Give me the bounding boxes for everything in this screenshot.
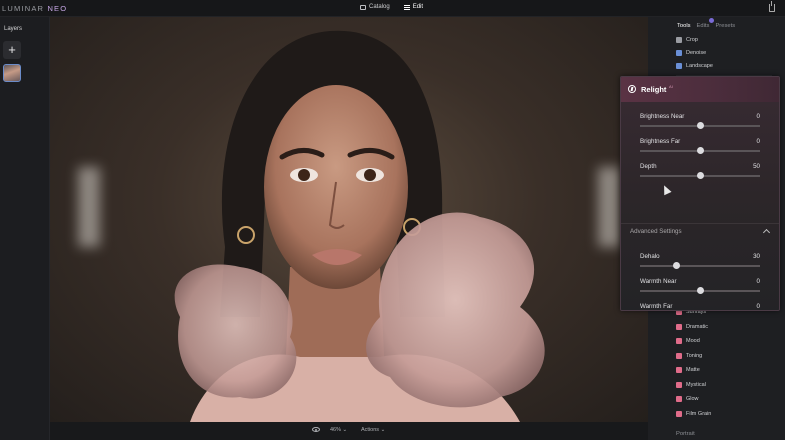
slider-label: Depth [640, 163, 657, 170]
tool-item-label: Mood [686, 338, 700, 344]
toning-icon [676, 352, 682, 359]
slider-value: 0 [756, 138, 760, 145]
advanced-settings-title[interactable]: Advanced Settings [630, 228, 682, 235]
tool-item-label: Denoise [686, 50, 707, 56]
slider-label: Brightness Far [640, 138, 681, 145]
portrait-photo [174, 30, 545, 422]
tab-catalog-label: Catalog [369, 4, 390, 10]
actions-dropdown[interactable]: Actions ⌄ [361, 427, 385, 433]
add-layer-button[interactable]: + [3, 41, 21, 59]
slider-brightness-near[interactable]: Brightness Near 0 [640, 113, 762, 133]
slider-label: Warmth Near [640, 278, 677, 285]
tool-item-label: Mystical [686, 381, 706, 388]
zoom-dropdown[interactable]: 46% ⌄ [330, 427, 347, 433]
dramatic-icon [676, 323, 682, 330]
portrait-heading: Portrait [676, 431, 695, 437]
tool-item-label: Film Grain [686, 410, 712, 417]
layer-thumbnail[interactable] [3, 64, 21, 82]
slider-label: Dehalo [640, 253, 660, 260]
tool-item-landscape[interactable]: Landscape [676, 63, 713, 69]
tool-item-matte[interactable]: Matte [676, 367, 700, 373]
relight-header[interactable]: Relight AI [621, 77, 779, 102]
slider-knob[interactable] [696, 172, 704, 179]
slider-dehalo[interactable]: Dehalo 30 [640, 253, 762, 273]
relight-panel: Relight AI Brightness Near 0 Brightness Fa… [620, 76, 780, 311]
slider-warmth-near[interactable]: Warmth Near 0 [640, 278, 762, 298]
slider-value: 30 [753, 253, 760, 260]
relight-ai-badge: AI [669, 84, 673, 89]
tool-item-label: Dramatic [686, 323, 709, 330]
tab-edit-label: Edit [412, 4, 424, 10]
slider-knob[interactable] [696, 122, 704, 129]
slider-value: 0 [756, 113, 760, 120]
mystical-icon [676, 381, 682, 388]
bottom-bar: 46% ⌄ Actions ⌄ [50, 422, 648, 440]
tab-tools[interactable]: Tools [677, 23, 691, 29]
slider-value: 0 [756, 303, 760, 310]
landscape-icon [676, 63, 682, 69]
slider-label: Warmth Far [640, 303, 673, 310]
app-logo: LUMINAR NEO [2, 4, 68, 13]
layers-title: Layers [4, 26, 23, 32]
slider-knob[interactable] [696, 287, 704, 294]
slider-value: 0 [756, 278, 760, 285]
slider-track[interactable] [640, 265, 760, 267]
relight-body: Brightness Near 0 Brightness Far 0 Depth 50 A… [621, 102, 779, 310]
slider-label: Brightness Near [640, 113, 685, 120]
film-grain-icon [676, 410, 682, 417]
photo-canvas[interactable] [50, 17, 648, 422]
tab-edits-label: Edits [696, 23, 710, 29]
tools-tabs: Tools Edits Presets [677, 18, 735, 29]
tool-item-mood[interactable]: Mood [676, 338, 700, 344]
tool-item-dramatic[interactable]: Dramatic [676, 323, 709, 330]
tool-item-label: Toning [686, 352, 703, 359]
slider-knob[interactable] [672, 262, 680, 269]
mood-icon [676, 338, 682, 344]
tab-catalog[interactable]: Catalog [358, 3, 392, 11]
tool-item-label: Crop [686, 37, 698, 43]
edits-badge [708, 18, 714, 23]
crop-icon [676, 37, 682, 43]
relight-icon [628, 85, 636, 93]
denoise-icon [676, 50, 682, 56]
tool-item-denoise[interactable]: Denoise [676, 50, 706, 56]
relight-title: Relight [641, 85, 667, 94]
chevron-up-icon[interactable] [762, 228, 771, 237]
eye-icon[interactable] [312, 427, 320, 432]
share-icon[interactable] [769, 1, 775, 12]
catalog-icon [360, 4, 366, 10]
tab-edit[interactable]: Edit [402, 3, 425, 11]
top-bar: LUMINAR NEO Catalog Edit [0, 0, 785, 17]
top-nav: Catalog Edit [358, 3, 425, 11]
tool-item-label: Glow [686, 396, 699, 402]
slider-knob[interactable] [696, 147, 704, 154]
slider-brightness-far[interactable]: Brightness Far 0 [640, 138, 762, 158]
tool-item-toning[interactable]: Toning [676, 352, 703, 359]
tool-item-crop[interactable]: Crop [676, 37, 698, 43]
matte-icon [676, 367, 682, 373]
edit-icon [403, 4, 410, 10]
tab-edits[interactable]: Edits [696, 18, 714, 29]
slider-depth[interactable]: Depth 50 [640, 163, 762, 183]
tab-presets[interactable]: Presets [715, 23, 735, 29]
slider-value: 50 [753, 163, 760, 170]
slider-warmth-far[interactable]: Warmth Far 0 [640, 303, 762, 310]
tool-item-label: Matte [686, 367, 700, 373]
glow-icon [676, 396, 682, 402]
tool-item-mystical[interactable]: Mystical [676, 381, 706, 388]
tool-item-label: Landscape [686, 63, 713, 69]
advanced-divider [621, 223, 779, 224]
layers-panel: Layers + [0, 17, 50, 440]
tool-item-film-grain[interactable]: Film Grain [676, 410, 712, 417]
tool-item-glow[interactable]: Glow [676, 396, 699, 402]
